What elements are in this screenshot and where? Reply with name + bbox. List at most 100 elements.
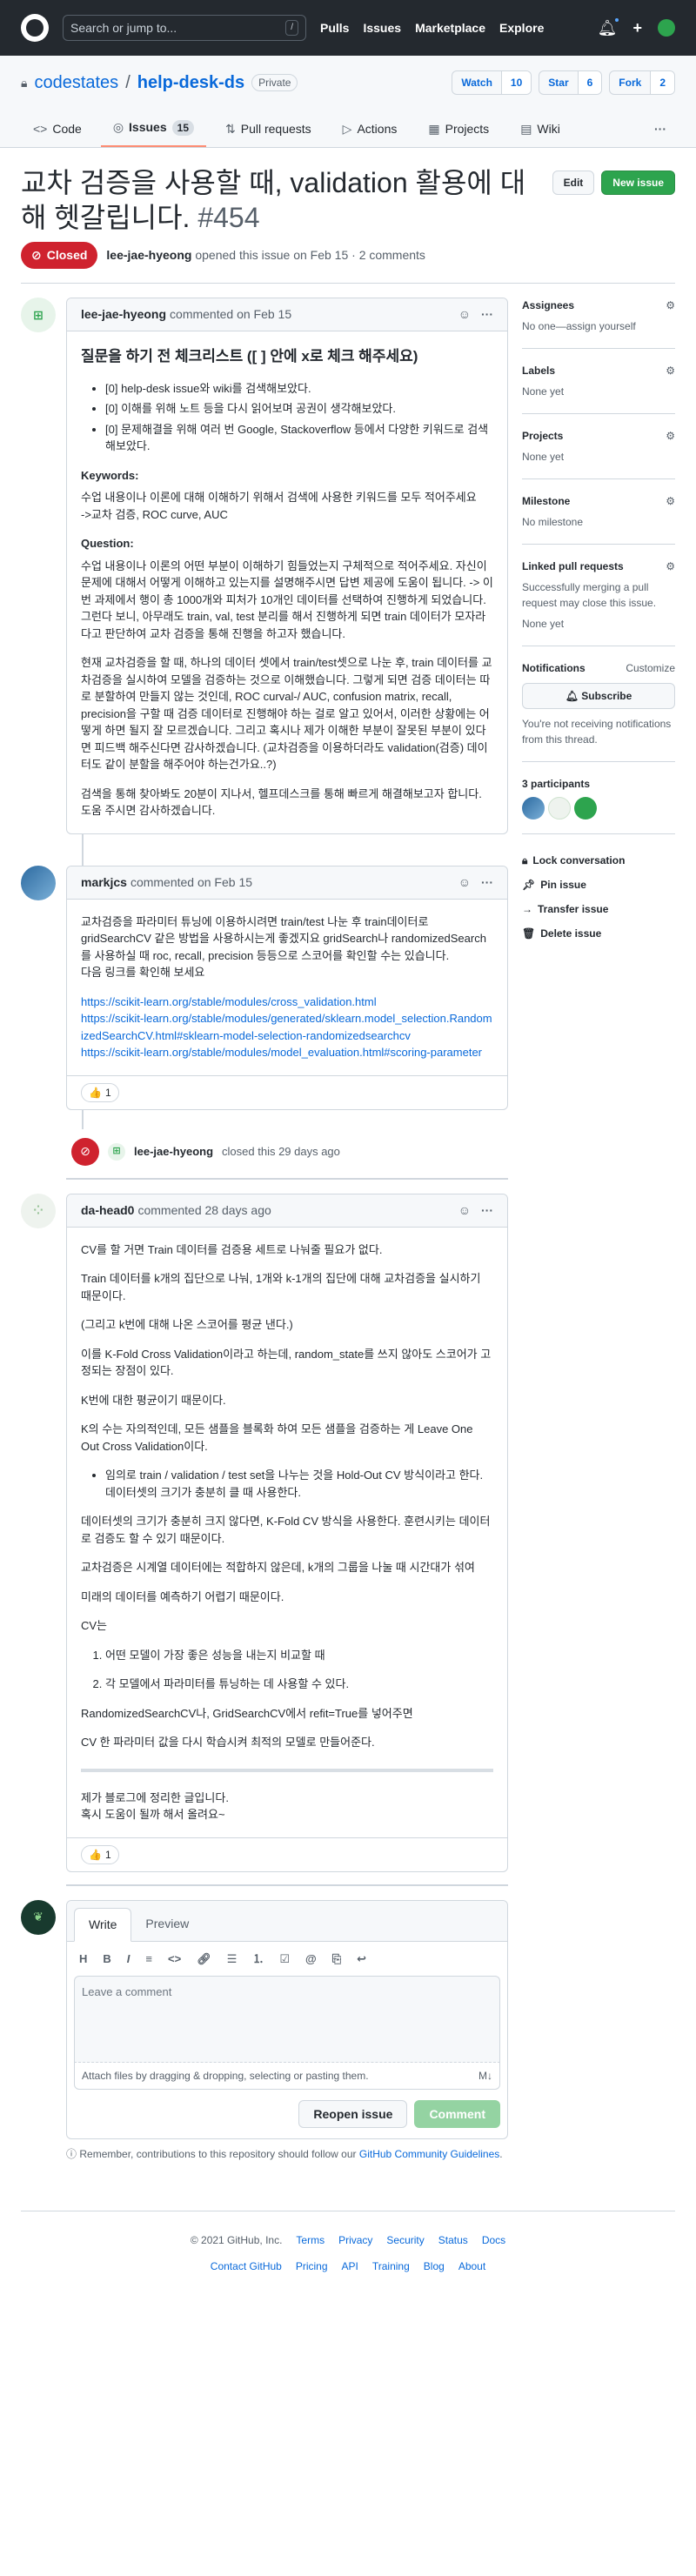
more-tabs-icon[interactable]: ··· [646,113,675,147]
comment-time[interactable]: commented 28 days ago [137,1201,271,1220]
mention-icon[interactable]: @ [305,1950,317,1968]
gear-icon[interactable]: ⚙ [666,298,675,313]
link-icon[interactable]: 🔗︎ [197,1950,211,1968]
kebab-menu-icon[interactable]: ··· [481,1201,493,1220]
comment-button[interactable]: Comment [414,2100,500,2128]
tab-code[interactable]: <> Code [21,113,94,147]
participant-avatar[interactable] [574,797,597,820]
customize-link[interactable]: Customize [626,660,675,676]
github-logo-icon[interactable] [21,14,49,42]
footer-link-terms[interactable]: Terms [296,2232,325,2248]
lock-conversation-button[interactable]: 🔒︎ Lock conversation [522,848,675,873]
footer-link-docs[interactable]: Docs [482,2232,505,2248]
paragraph: 혹시 도움이 될까 해서 올려요~ [81,1808,225,1821]
community-guidelines-link[interactable]: GitHub Community Guidelines [359,2148,499,2160]
assignees-value[interactable]: No one—assign yourself [522,320,636,332]
star-button[interactable]: Star 6 [539,70,603,95]
avatar[interactable]: ⊞ [21,298,56,332]
tab-pull-requests[interactable]: ⇅ Pull requests [213,113,324,147]
avatar[interactable]: ⊞ [108,1142,125,1161]
repo-tabs: <> Code ◎ Issues 15 ⇅ Pull requests ▷ Actions… [21,111,675,147]
comment-box: lee-jae-hyeong commented on Feb 15 ☺ ··· … [66,298,508,834]
labels-value: None yet [522,385,565,398]
comment-author[interactable]: lee-jae-hyeong [81,305,166,324]
repo-owner-link[interactable]: codestates [34,70,118,96]
bulleted-list-icon[interactable]: ☰ [227,1950,238,1968]
comment-author[interactable]: da-head0 [81,1201,134,1220]
tab-actions[interactable]: ▷ Actions [331,113,410,147]
reopen-issue-button[interactable]: Reopen issue [298,2100,408,2128]
tab-projects[interactable]: ▦ Projects [416,113,501,147]
transfer-issue-button[interactable]: → Transfer issue [522,897,675,921]
smiley-icon[interactable]: ☺ [458,1201,471,1220]
avatar[interactable]: ⁘ [21,1193,56,1228]
user-avatar[interactable] [658,19,675,37]
comment-time[interactable]: commented on Feb 15 [170,305,291,324]
project-icon: ▦ [428,122,440,136]
task-list-icon[interactable]: ☑ [279,1950,290,1968]
avatar[interactable] [21,865,56,900]
gear-icon[interactable]: ⚙ [666,493,675,509]
link[interactable]: https://scikit-learn.org/stable/modules/… [81,1046,482,1059]
footer-link-contact[interactable]: Contact GitHub [211,2258,282,2274]
kebab-menu-icon[interactable]: ··· [481,305,493,324]
footer-link-pricing[interactable]: Pricing [296,2258,328,2274]
link[interactable]: https://scikit-learn.org/stable/modules/… [81,995,377,1008]
nav-issues[interactable]: Issues [363,19,401,37]
quote-icon[interactable]: ≡ [145,1950,152,1968]
comment-time[interactable]: commented on Feb 15 [130,873,252,892]
link[interactable]: https://scikit-learn.org/stable/modules/… [81,1012,492,1042]
numbered-list-icon[interactable]: ⒈ [252,1950,264,1968]
fork-button[interactable]: Fork 2 [609,70,675,95]
tab-preview[interactable]: Preview [131,1908,203,1941]
new-issue-button[interactable]: New issue [601,171,675,195]
bell-icon[interactable]: 🔔︎ [598,16,621,40]
tab-issues[interactable]: ◎ Issues 15 [100,111,206,147]
watch-button[interactable]: Watch 10 [452,70,532,95]
comment-author[interactable]: markjcs [81,873,127,892]
smiley-icon[interactable]: ☺ [458,873,471,892]
participant-avatar[interactable] [522,797,545,820]
bold-icon[interactable]: B [103,1950,110,1968]
thumbs-up-reaction[interactable]: 👍 1 [81,1082,119,1102]
footer-link-security[interactable]: Security [386,2232,424,2248]
gear-icon[interactable]: ⚙ [666,428,675,444]
attach-files-zone[interactable]: Attach files by dragging & dropping, sel… [74,2063,500,2090]
footer-link-api[interactable]: API [342,2258,358,2274]
smiley-icon[interactable]: ☺ [458,305,471,324]
footer-link-about[interactable]: About [458,2258,485,2274]
kebab-menu-icon[interactable]: ··· [481,873,493,892]
footer-link-privacy[interactable]: Privacy [338,2232,372,2248]
comment-textarea[interactable]: Leave a comment [74,1976,500,2063]
timeline-line [82,1109,508,1129]
nav-pulls[interactable]: Pulls [320,19,349,37]
footer-link-blog[interactable]: Blog [424,2258,445,2274]
nav-marketplace[interactable]: Marketplace [415,19,485,37]
footer-link-training[interactable]: Training [372,2258,410,2274]
code-icon[interactable]: <> [168,1950,181,1968]
event-actor[interactable]: lee-jae-hyeong [134,1143,213,1161]
nav-explore[interactable]: Explore [499,19,544,37]
reply-icon[interactable]: ↩ [357,1950,366,1968]
search-input[interactable]: Search or jump to... / [63,15,306,41]
divider [66,1177,508,1180]
participant-avatar[interactable] [548,797,571,820]
footer-link-status[interactable]: Status [438,2232,468,2248]
visibility-badge: Private [251,74,298,91]
heading-icon[interactable]: H [79,1950,87,1968]
avatar[interactable]: ❦ [21,1899,56,1935]
pin-issue-button[interactable]: 📌︎ Pin issue [522,873,675,897]
cross-reference-icon[interactable]: ⎘ [332,1950,341,1968]
plus-icon[interactable]: + [632,17,642,40]
gear-icon[interactable]: ⚙ [666,559,675,574]
delete-issue-button[interactable]: 🗑︎ Delete issue [522,921,675,946]
subscribe-button[interactable]: 🔔︎ Subscribe [522,683,675,709]
tab-write[interactable]: Write [74,1907,132,1942]
edit-button[interactable]: Edit [552,171,595,195]
paragraph: K의 수는 자의적인데, 모든 샘플을 블록화 하여 모든 샘플을 검증하는 게… [81,1422,473,1453]
tab-wiki[interactable]: ▤ Wiki [508,113,572,147]
thumbs-up-reaction[interactable]: 👍 1 [81,1844,119,1864]
gear-icon[interactable]: ⚙ [666,363,675,378]
repo-name-link[interactable]: help-desk-ds [137,70,244,96]
italic-icon[interactable]: I [127,1950,130,1968]
